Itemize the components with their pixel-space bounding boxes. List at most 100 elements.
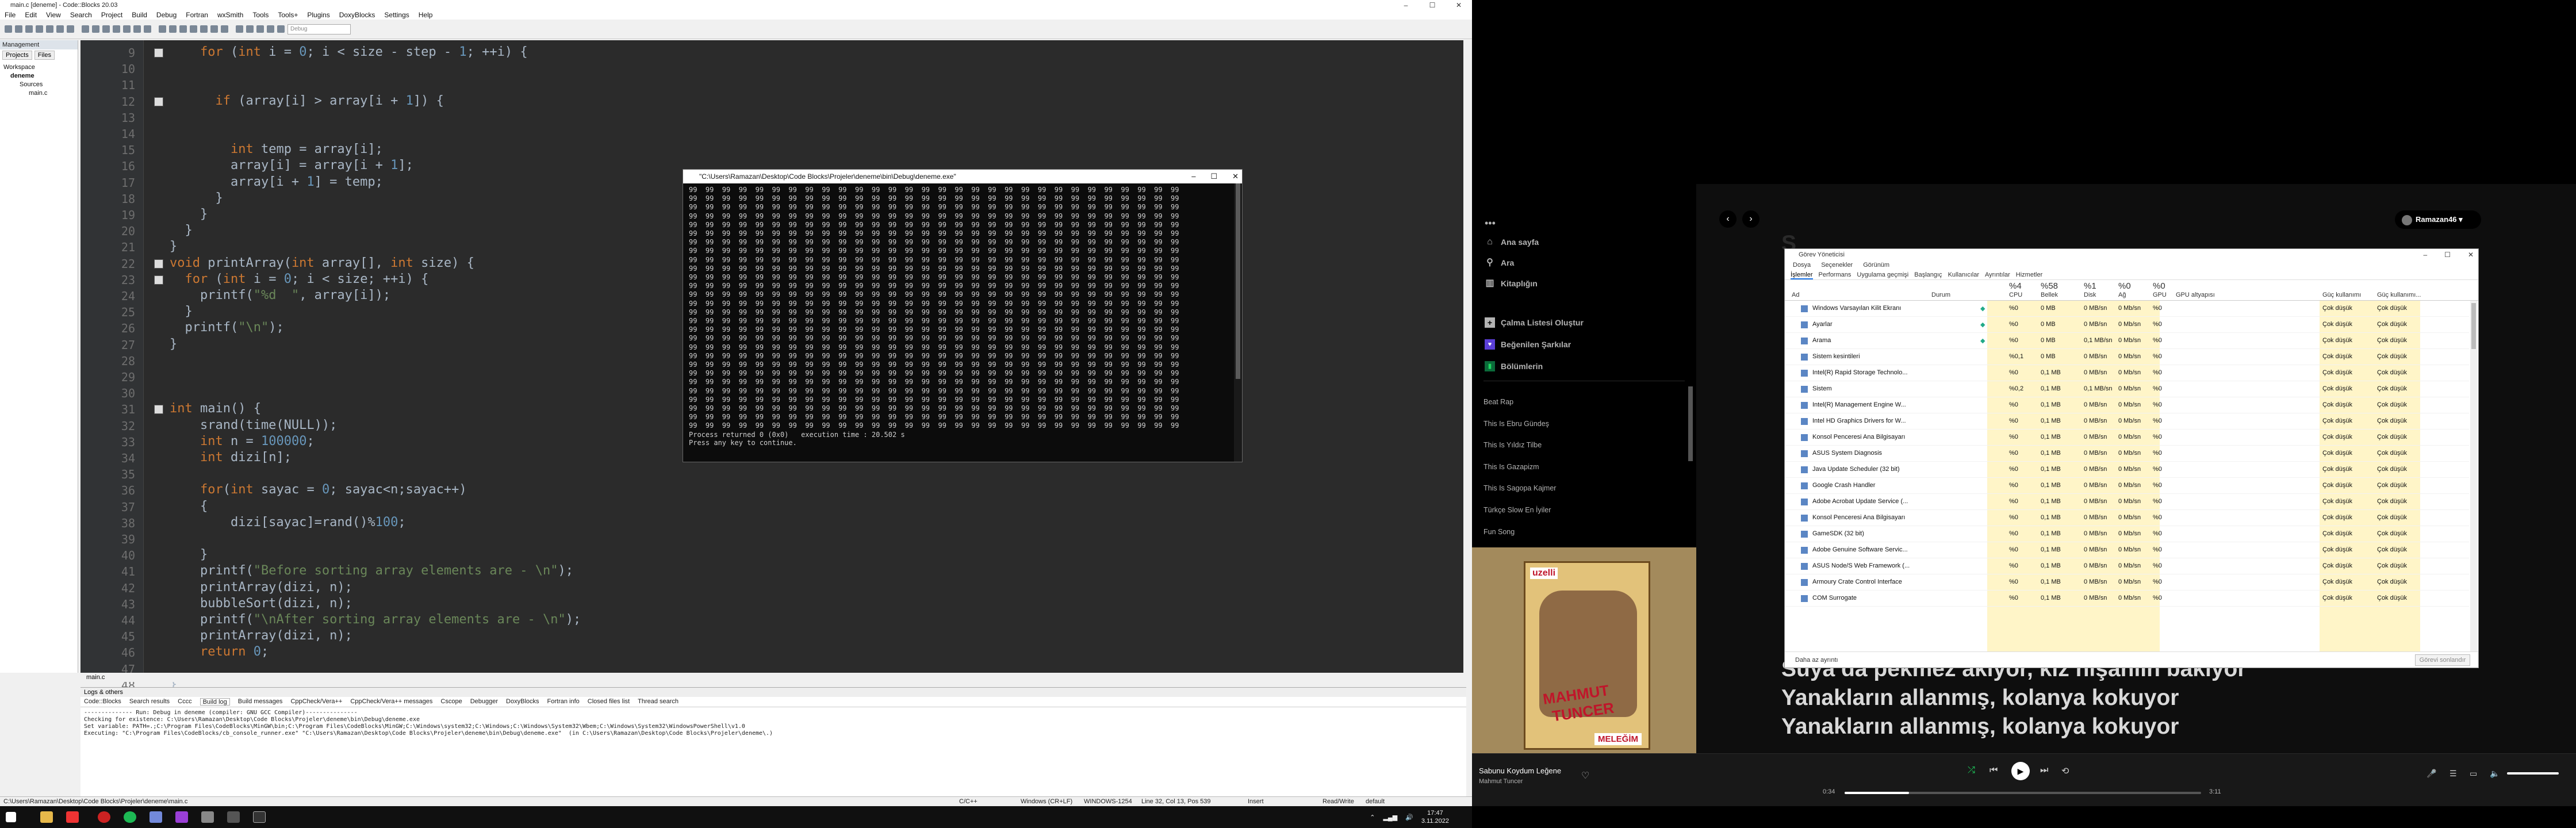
tree-project[interactable]: deneme <box>2 72 75 80</box>
maximize-icon[interactable]: ☐ <box>2444 249 2451 260</box>
table-row[interactable]: Google Crash Handler %0 0,1 MB 0 MB/sn 0 Mb/… <box>1785 478 2469 494</box>
repeat-icon[interactable]: ⟲ <box>2061 765 2069 777</box>
close-icon[interactable]: ✕ <box>2468 249 2474 260</box>
col-name[interactable]: Ad <box>1792 292 1799 298</box>
close-icon[interactable]: ✕ <box>1232 170 1239 183</box>
tree-sources[interactable]: Sources <box>2 80 75 89</box>
menu-item[interactable]: Tools <box>252 10 269 20</box>
toolbar-button-icon[interactable] <box>82 25 89 33</box>
previous-icon[interactable]: ⏮ <box>1989 765 1998 776</box>
menu-item[interactable]: File <box>5 10 16 20</box>
log-tab[interactable]: DoxyBlocks <box>506 698 539 706</box>
table-row[interactable]: GameSDK (32 bit) %0 0,1 MB 0 MB/sn 0 Mb/sn %0… <box>1785 526 2469 542</box>
opera-icon[interactable] <box>98 811 110 823</box>
toolbar-button-icon[interactable] <box>56 25 64 33</box>
nav-search[interactable]: ⚲ Ara <box>1485 258 1514 268</box>
nav-library[interactable]: ▥ Kitaplığın <box>1485 278 1537 289</box>
table-row[interactable]: Ayarlar %0 0 MB 0 MB/sn 0 Mb/sn %0 Çok düşük Ço… <box>1785 317 2469 333</box>
toolbar-button-icon[interactable] <box>102 25 110 33</box>
task-manager-icon[interactable] <box>253 811 266 823</box>
network-icon[interactable]: ▂▄▆ <box>1383 814 1397 821</box>
toolbar-button-icon[interactable] <box>144 25 151 33</box>
col-cpu[interactable]: CPU <box>2009 292 2022 298</box>
heart-icon[interactable]: ♡ <box>1581 770 1589 781</box>
sidebar-scrollbar[interactable] <box>1688 386 1693 461</box>
tm-tab[interactable]: Ayrıntılar <box>1985 270 2010 279</box>
tray-chevron-icon[interactable]: ⌃ <box>1370 814 1375 821</box>
menu-item[interactable]: Project <box>101 10 122 20</box>
menu-item[interactable]: Debug <box>156 10 177 20</box>
tm-tab[interactable]: İşlemler <box>1791 270 1813 279</box>
toolbar-button-icon[interactable] <box>169 25 177 33</box>
table-row[interactable]: Konsol Penceresi Ana Bilgisayarı %0 0,1 MB… <box>1785 510 2469 526</box>
album-cover[interactable]: uzelli MAHMUT TUNCER MELEĞİM <box>1472 547 1696 754</box>
tm-tab[interactable]: Hizmetler <box>2016 270 2042 279</box>
menu-item[interactable]: Help <box>419 10 433 20</box>
tree-workspace[interactable]: Workspace <box>2 63 75 72</box>
fewer-details-link[interactable]: Daha az ayrıntı <box>1795 657 1838 664</box>
toolbar-button-icon[interactable] <box>159 25 166 33</box>
liked-songs[interactable]: ♥ Beğenilen Şarkılar <box>1485 339 1571 350</box>
minimize-icon[interactable]: – <box>2423 249 2427 260</box>
col-net[interactable]: Ağ <box>2118 292 2126 298</box>
build-target-select[interactable]: Debug <box>288 24 351 34</box>
console-window[interactable]: "C:\Users\Ramazan\Desktop\Code Blocks\Pr… <box>683 169 1243 462</box>
log-tab[interactable]: Build log <box>200 698 230 706</box>
toolbar-button-icon[interactable] <box>210 25 218 33</box>
tree-file[interactable]: main.c <box>2 89 75 98</box>
visual-studio-icon[interactable] <box>175 811 188 823</box>
fold-marker-icon[interactable] <box>154 405 163 415</box>
app-icon[interactable] <box>66 811 79 823</box>
task-manager-window[interactable]: Görev Yöneticisi – ☐ ✕ Dosya Seçenekler Görü… <box>1784 248 2479 668</box>
log-tab[interactable]: Search results <box>129 698 170 706</box>
tm-menu-item[interactable]: Dosya <box>1793 260 1811 270</box>
volume-icon[interactable]: 🔈 <box>2490 769 2500 779</box>
menu-item[interactable]: Plugins <box>307 10 329 20</box>
menu-item[interactable]: Tools+ <box>278 10 298 20</box>
end-task-button[interactable]: Görevi sonlandır <box>2415 654 2470 666</box>
toolbar-button-icon[interactable] <box>36 25 43 33</box>
toolbar-button-icon[interactable] <box>236 25 243 33</box>
fold-marker-icon[interactable] <box>154 48 163 57</box>
more-icon[interactable]: ••• <box>1485 217 1496 229</box>
menu-item[interactable]: Search <box>70 10 92 20</box>
tm-tab[interactable]: Uygulama geçmişi <box>1857 270 1908 279</box>
log-tab[interactable]: Cscope <box>440 698 462 706</box>
toolbar-button-icon[interactable] <box>190 25 197 33</box>
log-tab[interactable]: Build messages <box>238 698 283 706</box>
minimize-icon[interactable]: – <box>1393 0 1419 10</box>
fold-marker-icon[interactable] <box>154 259 163 269</box>
progress-bar[interactable] <box>1845 792 2201 794</box>
fold-marker-icon[interactable] <box>154 97 163 106</box>
table-row[interactable]: ASUS System Diagnosis %0 0,1 MB 0 MB/sn 0 Mb… <box>1785 446 2469 462</box>
log-tab[interactable]: CppCheck/Vera++ <box>290 698 342 706</box>
log-tab[interactable]: Thread search <box>638 698 678 706</box>
shuffle-icon[interactable]: ⤮ <box>1968 765 1975 776</box>
create-playlist[interactable]: + Çalma Listesi Oluştur <box>1485 317 1584 328</box>
tm-tab[interactable]: Performans <box>1819 270 1851 279</box>
back-icon[interactable]: ‹ <box>1719 210 1736 228</box>
maximize-icon[interactable]: ☐ <box>1210 170 1217 183</box>
volume-slider[interactable] <box>2507 772 2559 775</box>
table-row[interactable]: Intel(R) Rapid Storage Technolo... %0 0,1 … <box>1785 365 2469 381</box>
maximize-icon[interactable]: ☐ <box>1419 0 1446 10</box>
toolbar-button-icon[interactable] <box>246 25 254 33</box>
windows-start-icon[interactable] <box>6 812 16 822</box>
table-row[interactable]: Armoury Crate Control Interface %0 0,1 MB 0… <box>1785 574 2469 591</box>
console-scrollbar[interactable] <box>1234 183 1242 462</box>
table-row[interactable]: Intel HD Graphics Drivers for W... %0 0,1 … <box>1785 413 2469 430</box>
tm-tab[interactable]: Başlangıç <box>1914 270 1942 279</box>
tm-tab[interactable]: Kullanıcılar <box>1948 270 1979 279</box>
toolbar-button-icon[interactable] <box>5 25 12 33</box>
table-row[interactable]: ASUS Node/S Web Framework (... %0 0,1 MB 0 … <box>1785 558 2469 574</box>
toolbar-button-icon[interactable] <box>267 25 274 33</box>
queue-icon[interactable]: ☰ <box>2450 769 2457 779</box>
toolbar-button-icon[interactable] <box>123 25 131 33</box>
menu-item[interactable]: wxSmith <box>217 10 243 20</box>
log-tab[interactable]: Cccc <box>178 698 191 706</box>
table-row[interactable]: Intel(R) Management Engine W... %0 0,1 MB 0… <box>1785 397 2469 413</box>
clock[interactable]: 17:47 3.11.2022 <box>1421 809 1449 825</box>
table-row[interactable]: Java Update Scheduler (32 bit) %0 0,1 MB 0 … <box>1785 462 2469 478</box>
playlist-item[interactable]: This Is Ebru Gündeş <box>1483 420 1549 428</box>
col-gpu-engine[interactable]: GPU altyapısı <box>2176 292 2215 298</box>
